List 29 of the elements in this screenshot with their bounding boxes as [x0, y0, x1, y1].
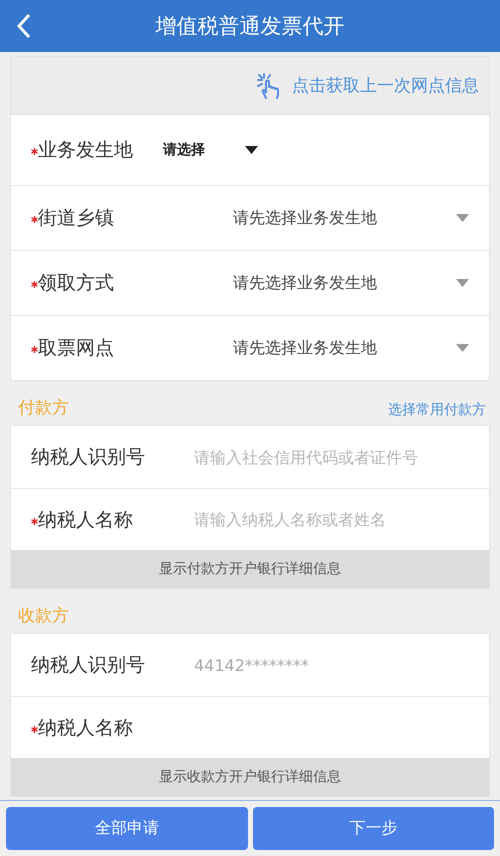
common-payer-link[interactable]: 选择常用付款方 [388, 401, 486, 419]
dropdown[interactable]: 请先选择业务发生地 [141, 338, 469, 358]
input-field[interactable]: 请输入社会信用代码或者证件号 [192, 446, 469, 468]
previous-branch-link[interactable]: 点击获取上一次网点信息 [292, 74, 479, 97]
bank-details-toggle[interactable]: 显示收款方开户银行详细信息 [11, 758, 489, 796]
caret-icon [456, 279, 469, 287]
dropdown[interactable]: 请选择 [163, 141, 469, 159]
field-label: 领取方式 [38, 271, 115, 296]
section-title: 付款方 [18, 397, 69, 419]
field-label: 街道乡镇 [38, 206, 115, 231]
field-label: 纳税人识别号 [31, 653, 146, 678]
field-label: 纳税人名称 [38, 508, 134, 532]
field-label: 纳税人名称 [38, 716, 134, 740]
caret-icon [456, 214, 469, 222]
dropdown[interactable]: 请先选择业务发生地 [141, 272, 469, 294]
action-button[interactable]: 全部申请 [6, 807, 248, 850]
bank-details-toggle[interactable]: 显示付款方开户银行详细信息 [11, 550, 489, 588]
section-title: 收款方 [18, 605, 69, 627]
tap-icon [256, 72, 282, 100]
field-label: 业务发生地 [38, 138, 134, 163]
page-title: 增值税普通发票代开 [156, 13, 344, 40]
caret-icon [456, 344, 469, 352]
caret-icon [245, 146, 258, 154]
dropdown[interactable]: 请先选择业务发生地 [141, 208, 469, 228]
back-icon[interactable] [16, 13, 32, 39]
action-button[interactable]: 下一步 [252, 807, 494, 850]
input-field[interactable]: 请输入纳税人名称或者姓名 [192, 509, 469, 530]
field-label: 纳税人识别号 [31, 445, 146, 470]
field-label: 取票网点 [38, 336, 115, 361]
